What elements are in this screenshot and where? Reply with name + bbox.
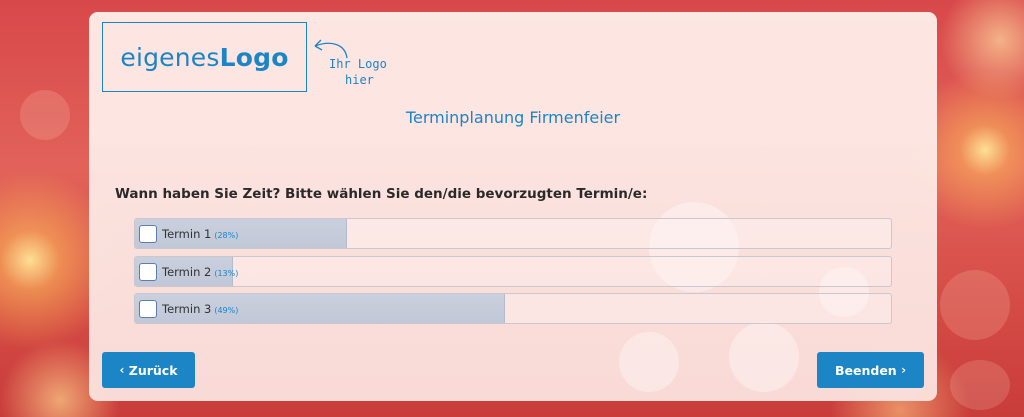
background-bokeh	[20, 90, 70, 140]
option-label: Termin 1 (28%)	[162, 227, 239, 241]
chevron-left-icon: ‹	[119, 363, 125, 377]
back-button[interactable]: ‹ Zurück	[102, 352, 195, 388]
option-label: Termin 2 (13%)	[162, 265, 239, 279]
chevron-right-icon: ›	[901, 363, 907, 377]
checkbox[interactable]	[139, 300, 157, 318]
question-text: Wann haben Sie Zeit? Bitte wählen Sie de…	[115, 186, 648, 202]
logo-hint: Ihr Logo hier	[329, 57, 387, 87]
logo-placeholder: eigenesLogo	[102, 22, 307, 92]
background-bokeh	[940, 270, 1010, 340]
option-termin-2[interactable]: Termin 2 (13%)	[134, 256, 892, 287]
decor-bubble	[729, 322, 799, 392]
decor-bubble	[619, 332, 679, 392]
page-title: Terminplanung Firmenfeier	[405, 108, 621, 127]
checkbox[interactable]	[139, 263, 157, 281]
survey-card: eigenesLogo Ihr Logo hier Terminplanung …	[89, 12, 937, 401]
logo-text: eigenesLogo	[120, 42, 289, 72]
finish-button-label: Beenden	[834, 362, 897, 378]
option-label: Termin 3 (49%)	[162, 302, 239, 316]
percent-label: (28%)	[214, 231, 239, 240]
percent-label: (49%)	[214, 306, 239, 315]
back-button-label: Zurück	[128, 362, 178, 378]
checkbox[interactable]	[139, 225, 157, 243]
background-bokeh	[950, 360, 1010, 410]
percent-label: (13%)	[214, 269, 239, 278]
option-termin-3[interactable]: Termin 3 (49%)	[134, 293, 892, 324]
option-termin-1[interactable]: Termin 1 (28%)	[134, 218, 892, 249]
finish-button[interactable]: Beenden ›	[817, 352, 924, 388]
